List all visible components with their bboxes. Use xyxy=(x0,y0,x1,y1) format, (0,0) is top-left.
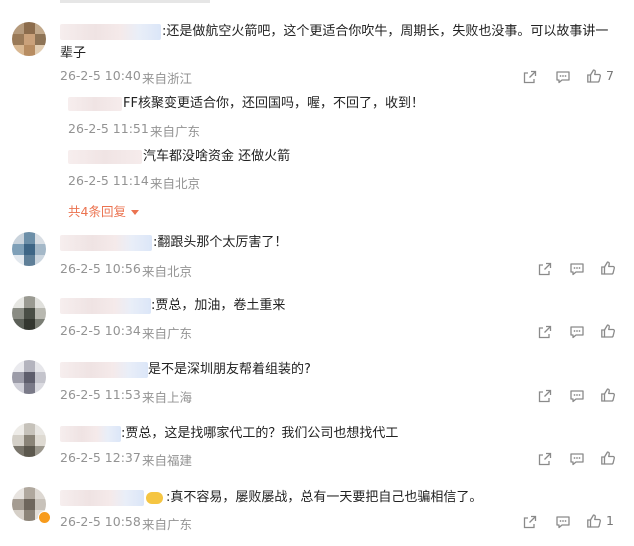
avatar[interactable] xyxy=(12,423,46,457)
share-icon[interactable] xyxy=(522,514,538,530)
comment-icon[interactable] xyxy=(569,261,585,277)
reply-location: 来自广东 xyxy=(150,124,201,139)
comment-icon[interactable] xyxy=(555,514,571,530)
share-icon[interactable] xyxy=(537,324,553,340)
verified-badge-icon xyxy=(38,511,51,524)
share-icon[interactable] xyxy=(537,388,553,404)
comment-text: :真不容易，屡败屡战，总有一天要把自己也骗相信了。 xyxy=(166,490,483,505)
comment-location: 来自福建 xyxy=(142,453,193,468)
comment-time: 26-2-5 10:56 xyxy=(60,261,141,276)
comment-text-cont: 辈子 xyxy=(60,46,87,61)
username-blurred[interactable] xyxy=(60,235,152,251)
comment-time: 26-2-5 10:34 xyxy=(60,323,141,338)
comment-time: 26-2-5 10:40 xyxy=(60,68,141,83)
comment-location: 来自上海 xyxy=(142,390,193,405)
username-blurred[interactable] xyxy=(60,362,148,378)
comment-location: 来自广东 xyxy=(142,326,193,341)
comment-time: 26-2-5 12:37 xyxy=(60,450,141,465)
comment-time: 26-2-5 11:53 xyxy=(60,387,141,402)
avatar[interactable] xyxy=(12,296,46,330)
member-badge-icon xyxy=(146,492,163,504)
avatar[interactable] xyxy=(12,232,46,266)
comment-location: 来自广东 xyxy=(142,517,193,532)
like-icon[interactable] xyxy=(586,68,602,84)
reply-location: 来自北京 xyxy=(150,176,201,191)
comment-icon[interactable] xyxy=(569,388,585,404)
like-icon[interactable] xyxy=(600,260,616,276)
reply-text: 汽车都没啥资金 还做火箭 xyxy=(143,149,291,164)
comment-location: 来自浙江 xyxy=(142,71,193,86)
more-replies-label: 共4条回复 xyxy=(68,204,126,219)
reply-username-blurred[interactable] xyxy=(68,97,122,111)
comment-text: :贾总，这是找哪家代工的？我们公司也想找代工 xyxy=(121,426,399,441)
comment-icon[interactable] xyxy=(569,451,585,467)
share-icon[interactable] xyxy=(522,69,538,85)
reply-text: FF核聚变更适合你，还回国吗，喔，不回了，收到！ xyxy=(123,96,424,111)
like-count: 7 xyxy=(606,68,614,83)
previous-comment-remnant xyxy=(60,0,210,3)
username-blurred[interactable] xyxy=(60,426,121,442)
username-blurred[interactable] xyxy=(60,490,144,506)
chevron-down-icon xyxy=(130,210,139,215)
comment-icon[interactable] xyxy=(555,69,571,85)
reply-username-blurred[interactable] xyxy=(68,150,142,164)
avatar[interactable] xyxy=(12,22,46,56)
comment-text: :贾总，加油，卷土重来 xyxy=(151,298,286,313)
avatar[interactable] xyxy=(12,360,46,394)
more-replies-link[interactable]: 共4条回复 xyxy=(68,201,139,220)
comment-icon[interactable] xyxy=(569,324,585,340)
comment-text: :翻跟头那个太厉害了！ xyxy=(153,235,288,250)
like-icon[interactable] xyxy=(586,513,602,529)
comment-text: 是不是深圳朋友帮着组装的? xyxy=(148,362,311,377)
username-blurred[interactable] xyxy=(60,24,161,40)
comment-text: :还是做航空火箭吧，这个更适合你吹牛，周期长，失败也没事。可以故事讲一 xyxy=(162,24,609,39)
like-icon[interactable] xyxy=(600,387,616,403)
like-icon[interactable] xyxy=(600,450,616,466)
username-blurred[interactable] xyxy=(60,298,151,314)
like-icon[interactable] xyxy=(600,323,616,339)
share-icon[interactable] xyxy=(537,451,553,467)
like-count: 1 xyxy=(606,513,614,528)
comment-time: 26-2-5 10:58 xyxy=(60,514,141,529)
reply-time: 26-2-5 11:51 xyxy=(68,121,149,136)
share-icon[interactable] xyxy=(537,261,553,277)
comment-location: 来自北京 xyxy=(142,264,193,279)
reply-time: 26-2-5 11:14 xyxy=(68,173,149,188)
